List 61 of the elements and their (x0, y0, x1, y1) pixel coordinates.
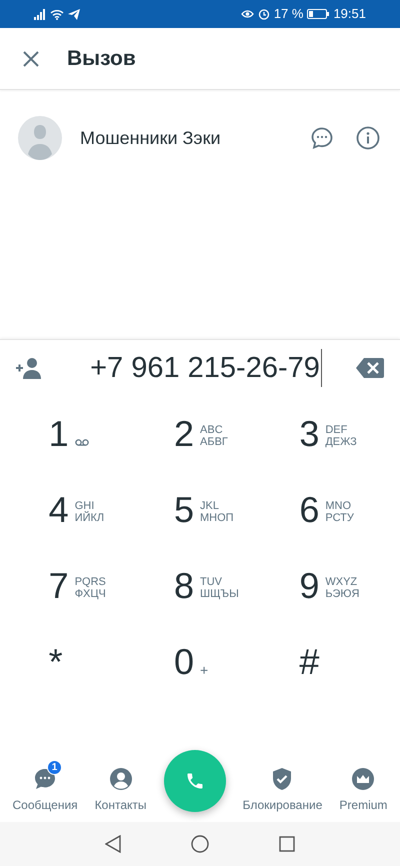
key-letters: МНОП (200, 512, 234, 524)
eye-icon (240, 9, 254, 19)
add-contact-icon[interactable] (16, 357, 42, 379)
key-letters: ЬЭЮЯ (325, 588, 360, 600)
key-letters: ШЩЪЫ (200, 588, 239, 600)
key-letters: АБВГ (200, 436, 228, 448)
paper-plane-icon (68, 8, 80, 20)
key-letters: ДЕЖЗ (325, 436, 357, 448)
page-title: Вызов (67, 46, 136, 72)
key-letters: WXYZ (325, 576, 358, 588)
key-letters: JKL (200, 500, 220, 512)
crown-icon (351, 767, 376, 791)
key-letters: ИЙКЛ (74, 512, 104, 524)
key-letters: ABC (200, 424, 224, 436)
key-digit[interactable]: # (299, 644, 320, 680)
key-letters: MNO (325, 500, 352, 512)
nav-tab[interactable]: Контакты (94, 760, 147, 814)
battery-percent: 17 % (274, 5, 304, 24)
home-icon[interactable] (191, 835, 209, 853)
alarm-icon (258, 8, 270, 20)
key-digit[interactable]: 3 (299, 416, 320, 452)
avatar (18, 116, 62, 160)
signal-icon (34, 8, 46, 20)
key-letters: РСТУ (325, 512, 354, 524)
key-digit[interactable]: 5 (174, 492, 194, 528)
unread-badge: 1 (47, 760, 62, 775)
nav-tab[interactable]: 1 Сообщения (12, 760, 78, 814)
contact-name: Мошенники Зэки (80, 126, 222, 150)
key-digit[interactable]: 4 (48, 492, 69, 528)
nav-tab[interactable]: Блокирование (242, 760, 322, 814)
phone-number-field[interactable]: +7 961 215-26-79 (90, 349, 322, 387)
key-letters: TUV (200, 576, 224, 588)
key-digit[interactable]: 8 (174, 568, 194, 604)
key-digit[interactable]: 6 (299, 492, 320, 528)
info-icon (356, 126, 380, 150)
voicemail-icon (74, 438, 89, 446)
chat-bubble-icon (310, 126, 334, 150)
key-digit[interactable]: 7 (48, 568, 69, 604)
battery-icon (307, 9, 330, 19)
key-digit[interactable]: 9 (299, 568, 320, 604)
backspace-icon (356, 358, 384, 378)
key-digit[interactable]: 1 (48, 416, 69, 452)
back-icon[interactable] (105, 835, 121, 853)
info-button[interactable] (356, 126, 380, 150)
backspace-button[interactable] (356, 357, 384, 379)
key-digit[interactable]: * (48, 644, 63, 680)
person-icon (108, 767, 133, 791)
key-plus: + (200, 660, 208, 680)
wifi-icon (50, 8, 64, 20)
key-letters: GHI (74, 500, 94, 512)
key-digit[interactable]: 2 (174, 416, 194, 452)
recents-icon[interactable] (279, 836, 295, 852)
key-letters: DEF (325, 424, 348, 436)
key-letters: PQRS (74, 576, 106, 588)
phone-icon (184, 771, 205, 791)
clock: 19:51 (333, 5, 366, 24)
nav-tab[interactable]: Premium (339, 760, 388, 814)
key-digit[interactable]: 0 (174, 644, 194, 680)
key-letters: ФХЦЧ (74, 588, 106, 600)
shield-check-icon (271, 767, 294, 791)
close-icon (23, 50, 39, 66)
